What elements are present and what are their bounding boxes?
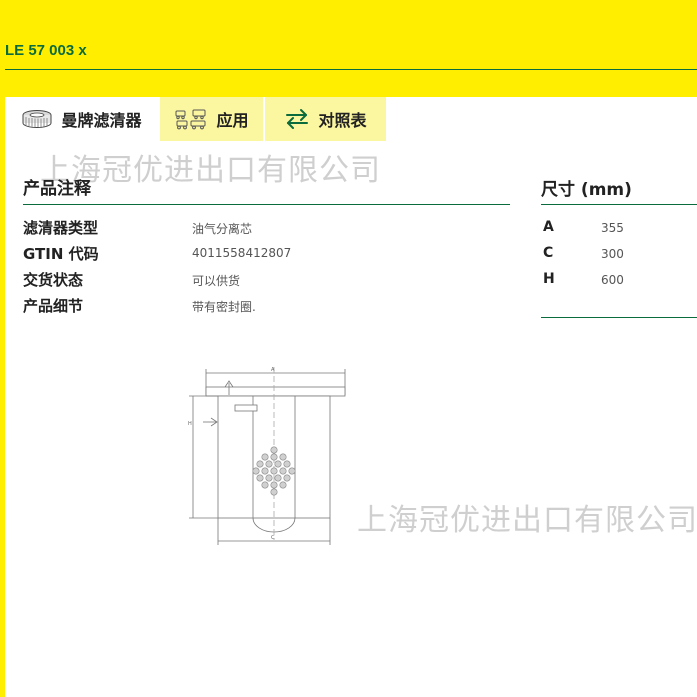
dimensions-divider [541, 204, 697, 205]
dimension-label: H [543, 271, 555, 287]
dimension-value: 300 [601, 247, 624, 261]
attribute-value: 可以供货 [192, 274, 241, 288]
tab-cross-reference-label: 对照表 [318, 111, 367, 130]
attribute-label: 滤清器类型 [23, 219, 99, 237]
watermark-text: 上海冠优进出口有限公司 [40, 153, 381, 188]
tab-mann-filter-label: 曼牌滤清器 [61, 111, 142, 130]
dimension-value: 600 [601, 273, 624, 287]
watermark-text: 上海冠优进出口有限公司 [357, 503, 697, 538]
attribute-value: 带有密封圈. [192, 300, 256, 314]
dimensions-bottom-divider [541, 317, 697, 318]
vehicles-icon [174, 108, 208, 130]
attribute-label: 交货状态 [23, 271, 84, 289]
dimensions-title: 尺寸 (mm) [541, 180, 632, 200]
attribute-label: GTIN 代码 [23, 245, 99, 263]
header-divider [5, 69, 697, 70]
attribute-value: 4011558412807 [192, 246, 292, 260]
product-notes-divider [23, 204, 510, 205]
dimension-label: A [543, 219, 554, 235]
tab-cross-reference[interactable]: 对照表 [265, 97, 386, 141]
drawing-label-c: C [271, 535, 275, 541]
product-notes-title: 产品注释 [23, 179, 91, 199]
tab-applications[interactable]: 应用 [160, 97, 263, 141]
header-background [0, 0, 697, 97]
drawing-label-a: A [271, 367, 275, 373]
swap-arrows-icon [284, 108, 310, 130]
dimension-label: C [543, 245, 554, 261]
attribute-value: 油气分离芯 [192, 222, 253, 236]
drawing-label-h: H [188, 421, 192, 427]
tab-mann-filter[interactable]: 曼牌滤清器 [5, 97, 158, 141]
filter-icon [21, 109, 53, 129]
tab-applications-label: 应用 [216, 111, 249, 130]
filter-technical-drawing: A H C [185, 365, 355, 554]
product-code-title: LE 57 003 x [5, 42, 87, 59]
dimension-value: 355 [601, 221, 624, 235]
attribute-label: 产品细节 [23, 297, 84, 315]
